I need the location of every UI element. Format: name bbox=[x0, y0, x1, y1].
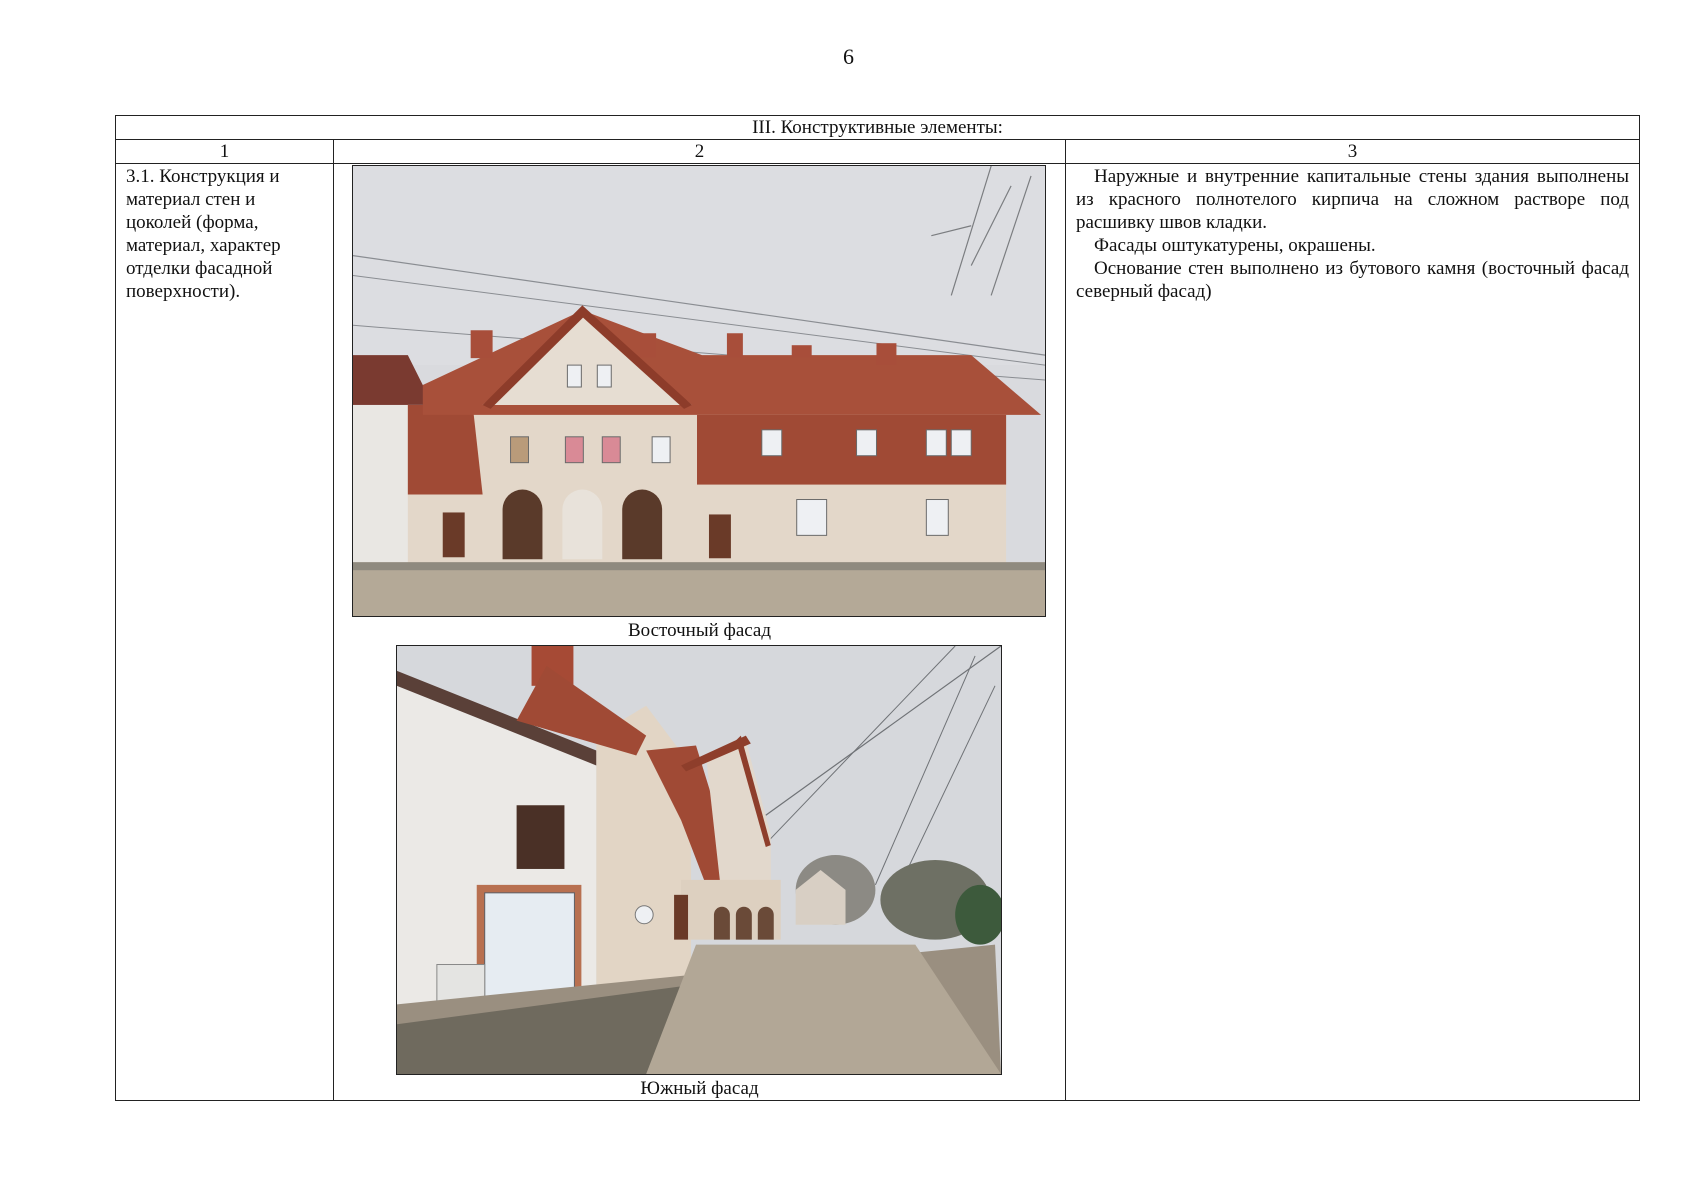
south-facade-caption: Южный фасад bbox=[640, 1078, 759, 1099]
description-paragraph: Основание стен выполнено из бутового кам… bbox=[1076, 258, 1630, 302]
column-number-1: 1 bbox=[115, 139, 334, 164]
south-facade-photo bbox=[396, 645, 1002, 1075]
description-paragraph: Наружные и внутренние капитальные стены … bbox=[1076, 166, 1630, 233]
element-cell: 3.1. Конструкция и материал стен и цокол… bbox=[115, 163, 334, 1101]
column-number-row: 1 2 3 bbox=[115, 139, 1641, 164]
structural-elements-table: III. Конструктивные элементы: 1 2 3 3.1.… bbox=[114, 115, 1641, 1101]
column-number-2: 2 bbox=[333, 139, 1066, 164]
east-facade-photo bbox=[352, 165, 1046, 617]
page-number: 6 bbox=[843, 44, 854, 69]
element-name: 3.1. Конструкция и материал стен и цокол… bbox=[126, 166, 281, 302]
description-text: Наружные и внутренние капитальные стены … bbox=[1066, 164, 1639, 303]
description-paragraph: Фасады оштукатурены, окрашены. bbox=[1094, 235, 1376, 256]
table-row: 3.1. Конструкция и материал стен и цокол… bbox=[115, 163, 1641, 1101]
table-title: III. Конструктивные элементы: bbox=[114, 115, 1641, 140]
description-cell: Наружные и внутренние капитальные стены … bbox=[1064, 163, 1641, 1101]
east-facade-caption: Восточный фасад bbox=[627, 620, 772, 641]
column-number-3: 3 bbox=[1064, 139, 1641, 164]
photo-cell: Восточный фасад Южный фасад bbox=[333, 163, 1066, 1101]
